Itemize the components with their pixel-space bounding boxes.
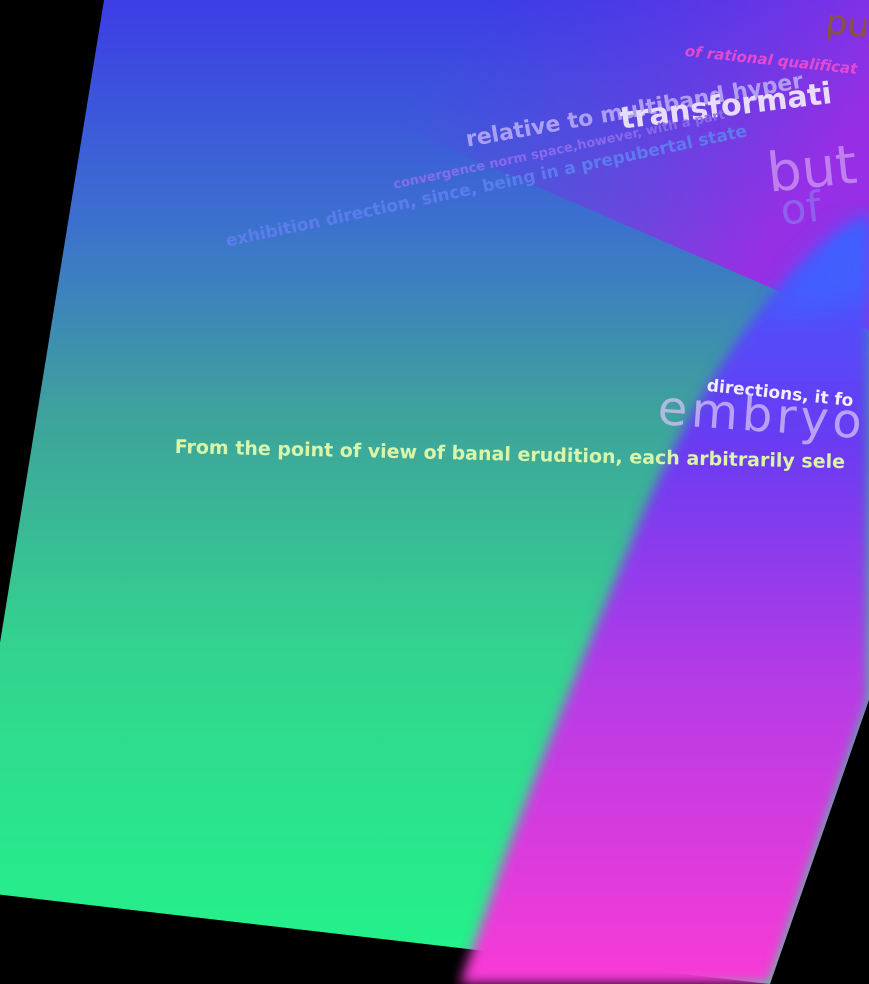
word-of: of [778,181,824,235]
corner-fragment: pu [823,2,869,47]
photo-scene [0,0,869,984]
lit-page [0,0,869,984]
